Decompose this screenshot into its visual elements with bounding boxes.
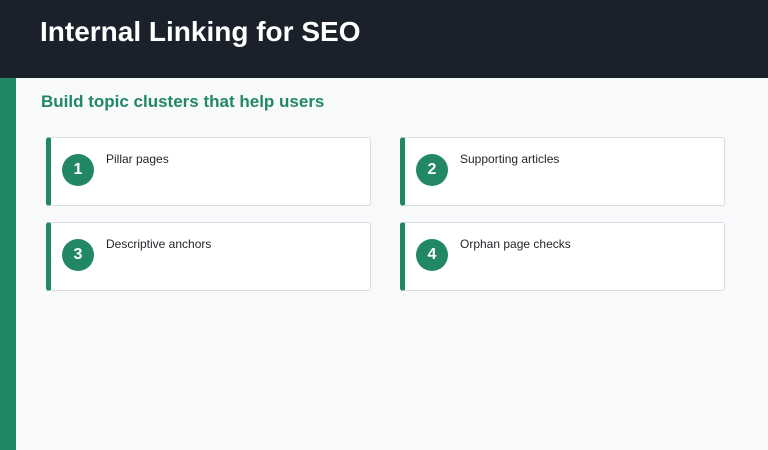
card-label: Descriptive anchors — [106, 237, 212, 251]
card-label: Supporting articles — [460, 152, 560, 166]
number-badge: 4 — [416, 239, 448, 271]
section-subtitle: Build topic clusters that help users — [41, 92, 325, 111]
card-pillar-pages: 1 Pillar pages — [46, 137, 371, 206]
card-label: Orphan page checks — [460, 237, 571, 251]
card-orphan-page-checks: 4 Orphan page checks — [400, 222, 725, 291]
number-badge: 1 — [62, 154, 94, 186]
card-grid: 1 Pillar pages 2 Supporting articles 3 D… — [46, 137, 725, 291]
card-label: Pillar pages — [106, 152, 169, 166]
number-badge: 3 — [62, 239, 94, 271]
page-title: Internal Linking for SEO — [40, 16, 361, 47]
header-bar: Internal Linking for SEO — [0, 0, 768, 78]
number-badge: 2 — [416, 154, 448, 186]
card-descriptive-anchors: 3 Descriptive anchors — [46, 222, 371, 291]
card-supporting-articles: 2 Supporting articles — [400, 137, 725, 206]
accent-sidebar — [0, 78, 16, 450]
